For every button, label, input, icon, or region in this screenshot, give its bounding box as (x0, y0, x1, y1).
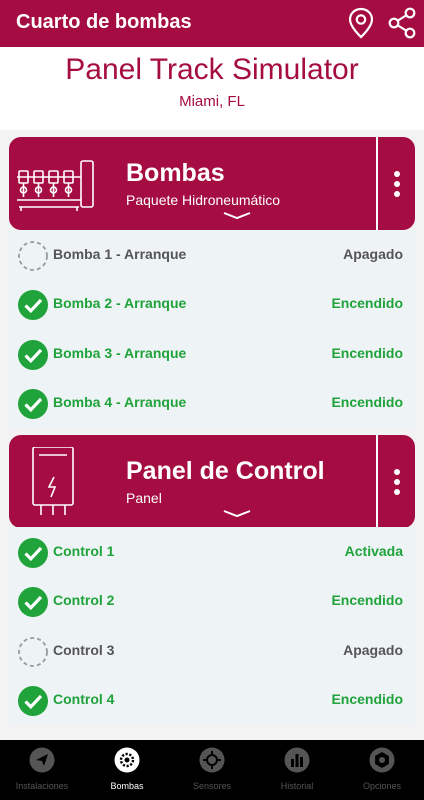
item-state: Apagado (343, 246, 403, 262)
pump-package-icon (17, 160, 94, 211)
item-label: Control 3 (53, 642, 115, 658)
main-content: Bombas Paquete Hidroneumático Bomba 1 - … (0, 130, 424, 740)
app-bar: Cuarto de bombas (0, 0, 424, 47)
item-state: Encendido (331, 691, 403, 707)
item-state: Activada (344, 543, 403, 559)
paper-plane-icon (29, 747, 55, 773)
section-title: Bombas (126, 159, 225, 187)
settings-icon (369, 747, 395, 773)
list-item[interactable]: Bomba 2 - Arranque Encendido (9, 279, 415, 329)
nav-item-bombas[interactable]: Bombas (85, 740, 169, 800)
item-label: Control 1 (53, 543, 115, 559)
list-item[interactable]: Control 1 Activada (9, 527, 415, 577)
nav-label: Opciones (362, 781, 402, 791)
check-circle-icon (18, 389, 48, 419)
nav-item-historial[interactable]: Historial (255, 740, 339, 800)
status-off-icon (18, 637, 48, 667)
item-label: Bomba 2 - Arranque (53, 295, 187, 311)
item-label: Bomba 1 - Arranque (53, 246, 187, 262)
bombas-list: Bomba 1 - Arranque Apagado Bomba 2 - Arr… (9, 230, 415, 428)
item-label: Bomba 3 - Arranque (53, 345, 187, 361)
item-state: Encendido (331, 394, 403, 410)
list-item[interactable]: Control 4 Encendido (9, 675, 415, 725)
card-divider (376, 435, 378, 528)
nav-label: Bombas (110, 781, 144, 791)
check-circle-icon (18, 290, 48, 320)
section-subtitle: Panel (126, 490, 162, 506)
nav-label: Sensores (192, 781, 232, 791)
list-item[interactable]: Bomba 1 - Arranque Apagado (9, 230, 415, 280)
nav-item-instalaciones[interactable]: Instalaciones (0, 740, 84, 800)
item-state: Encendido (331, 345, 403, 361)
nav-item-opciones[interactable]: Opciones (340, 740, 424, 800)
list-item[interactable]: Bomba 3 - Arranque Encendido (9, 329, 415, 379)
section-title: Panel de Control (126, 457, 325, 485)
sensor-icon (199, 747, 225, 773)
site-header: Panel Track Simulator Miami, FL (0, 47, 424, 130)
list-item[interactable]: Bomba 4 - Arranque Encendido (9, 378, 415, 428)
item-label: Control 4 (53, 691, 115, 707)
electrical-panel-icon (32, 447, 74, 515)
section-card-bombas[interactable]: Bombas Paquete Hidroneumático (9, 137, 415, 230)
nav-label: Historial (280, 781, 314, 791)
bottom-navigation: Instalaciones Bombas Sensores Historial (0, 740, 424, 800)
more-options-icon[interactable] (385, 465, 409, 499)
card-divider (376, 137, 378, 230)
list-item[interactable]: Control 3 Apagado (9, 626, 415, 676)
page-title: Panel Track Simulator (65, 53, 359, 86)
nav-label: Instalaciones (15, 781, 69, 791)
section-card-panel-de-control[interactable]: Panel de Control Panel (9, 435, 415, 528)
check-circle-icon (18, 587, 48, 617)
location-pin-icon[interactable] (346, 6, 376, 40)
app-bar-title: Cuarto de bombas (16, 11, 192, 33)
pump-gear-icon (114, 747, 140, 773)
item-state: Encendido (331, 592, 403, 608)
panel-control-list: Control 1 Activada Control 2 Encendido C… (9, 527, 415, 725)
more-options-icon[interactable] (385, 167, 409, 201)
item-state: Encendido (331, 295, 403, 311)
chevron-down-icon[interactable] (222, 211, 252, 221)
site-location: Miami, FL (179, 93, 245, 110)
chevron-down-icon[interactable] (222, 509, 252, 519)
share-icon[interactable] (386, 6, 418, 40)
list-item[interactable]: Control 2 Encendido (9, 576, 415, 626)
check-circle-icon (18, 686, 48, 716)
status-off-icon (18, 241, 48, 271)
check-circle-icon (18, 340, 48, 370)
bar-chart-icon (284, 747, 310, 773)
check-circle-icon (18, 538, 48, 568)
item-label: Control 2 (53, 592, 115, 608)
item-state: Apagado (343, 642, 403, 658)
section-subtitle: Paquete Hidroneumático (126, 192, 281, 208)
item-label: Bomba 4 - Arranque (53, 394, 187, 410)
nav-item-sensores[interactable]: Sensores (170, 740, 254, 800)
